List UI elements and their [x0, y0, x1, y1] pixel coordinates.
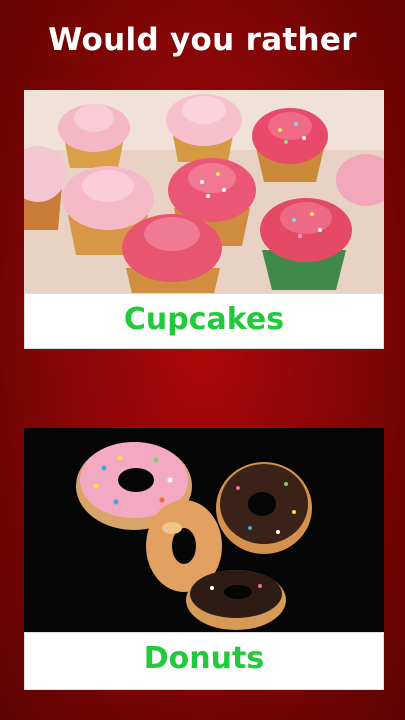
option-label-cupcakes: Cupcakes [123, 302, 285, 337]
option-card-donuts[interactable]: Donuts [24, 428, 384, 690]
option-card-cupcakes[interactable]: Cupcakes [24, 90, 384, 349]
option-label-donuts: Donuts [143, 641, 265, 676]
option-label-bar-donuts: Donuts [24, 632, 384, 690]
page-title: Would you rather [48, 22, 357, 58]
option-label-bar-cupcakes: Cupcakes [24, 293, 384, 349]
cupcakes-photo [24, 90, 384, 293]
donuts-photo [24, 428, 384, 632]
